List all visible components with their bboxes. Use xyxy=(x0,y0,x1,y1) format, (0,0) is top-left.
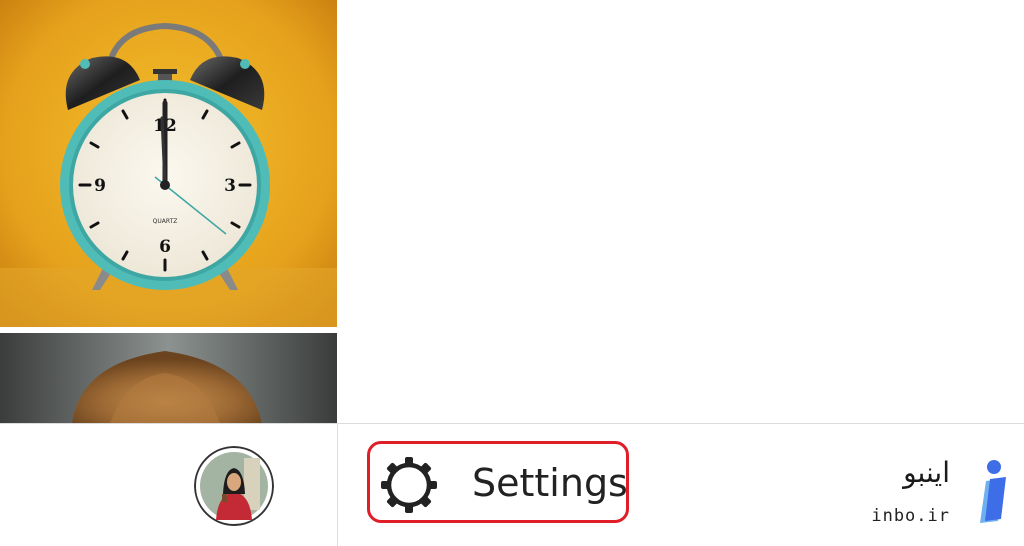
hair-photo[interactable] xyxy=(0,333,337,424)
clock-numeral-9: 9 xyxy=(94,176,106,196)
clock-numeral-6: 6 xyxy=(159,237,171,257)
inbo-logo-icon xyxy=(980,460,1006,523)
settings-label: Settings xyxy=(472,461,628,505)
clock-numeral-3: 3 xyxy=(224,176,236,196)
photo-grid: 12 3 6 9 QUARTZ xyxy=(0,0,337,424)
alarm-clock-photo[interactable]: 12 3 6 9 QUARTZ xyxy=(0,0,337,327)
app-screen: 12 3 6 9 QUARTZ xyxy=(0,0,1024,546)
inbo-watermark: اینبو inbo.ir xyxy=(871,456,1016,536)
alarm-clock-illustration: 12 3 6 9 QUARTZ xyxy=(0,0,337,327)
gear-icon xyxy=(381,457,437,513)
watermark-persian-text: اینبو xyxy=(903,456,950,489)
avatar[interactable] xyxy=(194,446,274,526)
hair-illustration xyxy=(0,333,337,424)
clock-brand-text: QUARTZ xyxy=(153,218,178,225)
settings-button[interactable]: Settings xyxy=(367,441,629,523)
profile-tab[interactable] xyxy=(0,424,337,546)
avatar-image xyxy=(194,446,274,526)
watermark-domain-text: inbo.ir xyxy=(871,506,950,526)
menu-panel: Settings اینبو inbo.ir xyxy=(338,424,1024,546)
